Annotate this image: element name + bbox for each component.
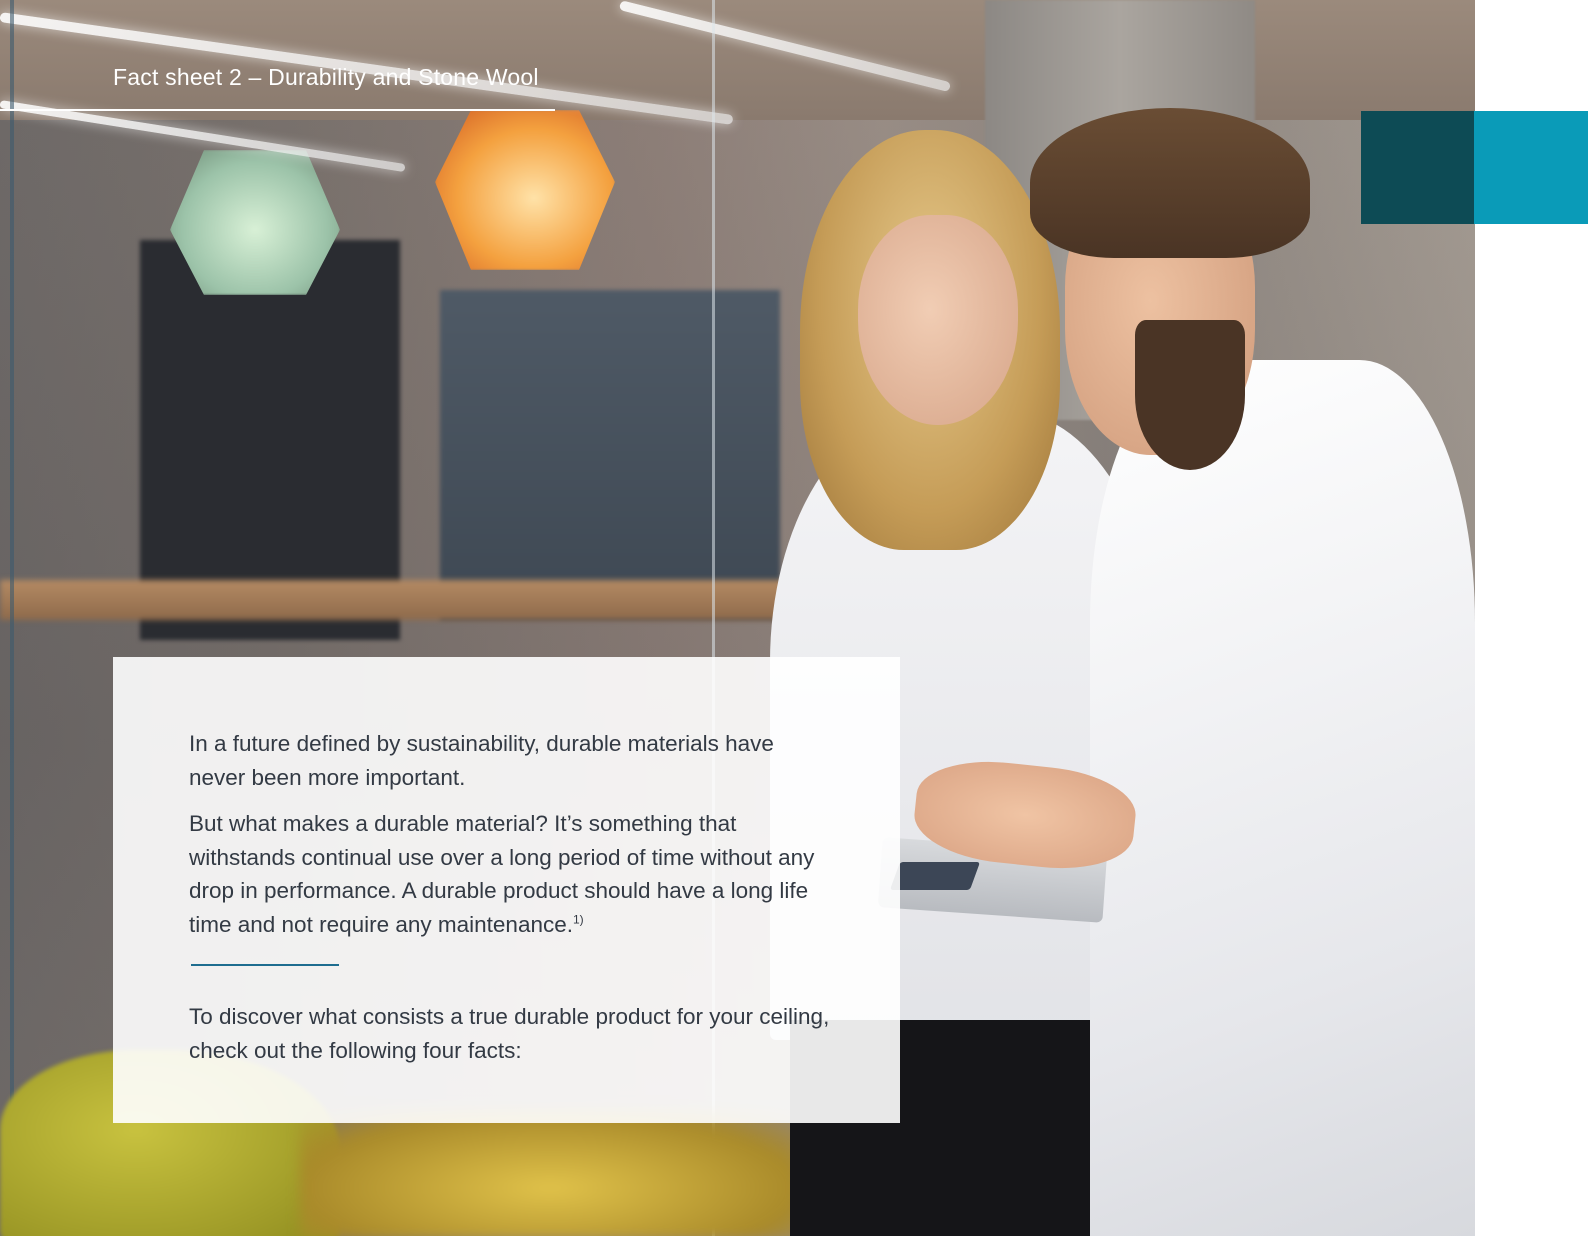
- man-beard: [1135, 320, 1245, 470]
- footnote-marker: 1): [572, 912, 584, 926]
- accent-block-dark: [1361, 111, 1474, 224]
- desk: [0, 580, 800, 620]
- call-to-action-paragraph: To discover what consists a true durable…: [189, 1004, 830, 1063]
- man-figure: [1090, 360, 1475, 1236]
- pendant-lamp-orange: [435, 110, 615, 270]
- laptop-keyboard: [889, 862, 981, 890]
- bookshelf: [440, 290, 780, 620]
- accent-block-light: [1474, 111, 1588, 224]
- section-divider: [191, 964, 339, 966]
- man-hair: [1030, 108, 1310, 258]
- definition-paragraph: But what makes a durable material? It’s …: [189, 807, 830, 941]
- intro-paragraph: In a future defined by sustainability, d…: [189, 731, 774, 790]
- glass-partition-edge: [10, 0, 14, 1236]
- definition-text: But what makes a durable material? It’s …: [189, 811, 815, 937]
- header-divider: [0, 109, 555, 111]
- pendant-lamp-green: [170, 150, 340, 295]
- page-title: Fact sheet 2 – Durability and Stone Wool: [113, 64, 539, 90]
- woman-face: [858, 215, 1018, 425]
- intro-text-card: In a future defined by sustainability, d…: [113, 657, 900, 1123]
- yellow-floor-blur: [300, 1110, 800, 1236]
